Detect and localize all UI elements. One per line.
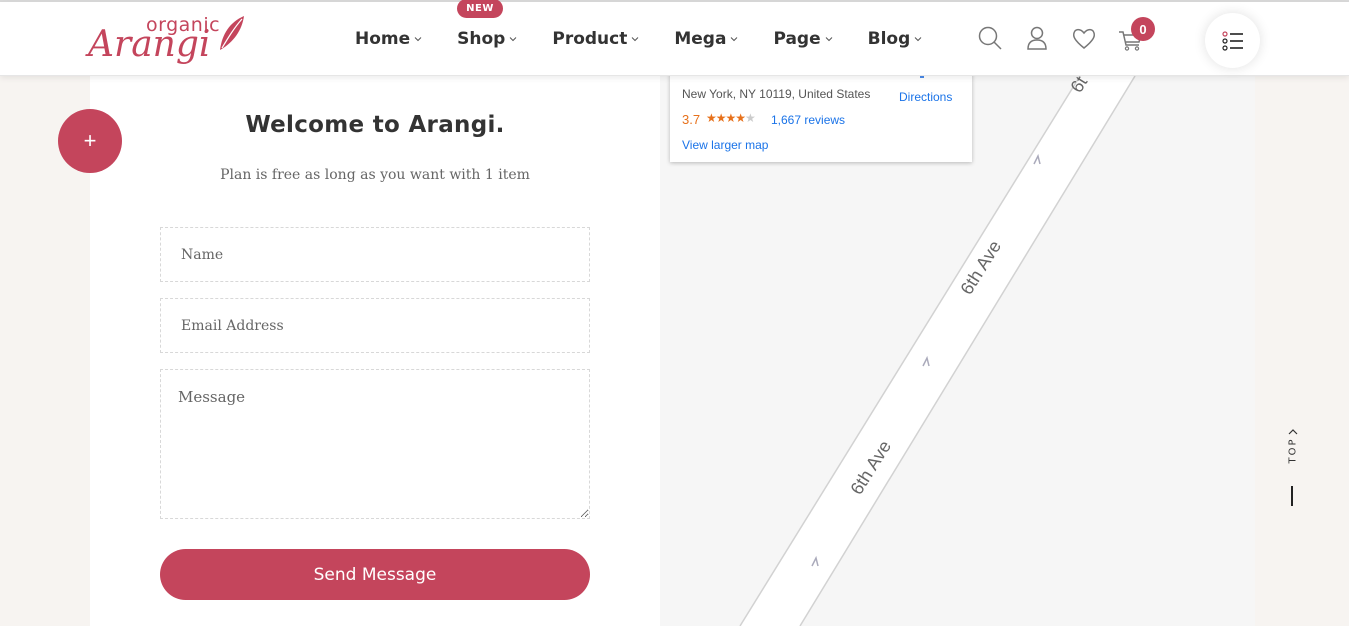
logo[interactable]: organic Arangi (88, 12, 248, 68)
nav-page-label: Page (773, 29, 821, 49)
nav-home-label: Home (355, 29, 411, 49)
form-title: Welcome to Arangi. (245, 112, 505, 138)
user-icon (1027, 26, 1047, 50)
nav-product-label: Product (552, 29, 628, 49)
directions-icon (920, 76, 924, 78)
nav-shop[interactable]: NEW Shop (457, 0, 517, 49)
name-input[interactable] (160, 227, 590, 282)
message-textarea[interactable] (160, 369, 590, 519)
chevron-down-icon (914, 37, 922, 42)
rating-stars: ★★★★★ (706, 111, 756, 125)
nav-blog-label: Blog (867, 29, 911, 49)
leaf-icon (220, 16, 244, 50)
view-larger-map-link[interactable]: View larger map (682, 138, 768, 152)
nav-product[interactable]: Product (552, 29, 639, 49)
top-label: TOP (1287, 437, 1299, 464)
nav-home[interactable]: Home (355, 29, 422, 49)
directions-link[interactable]: Directions (899, 90, 952, 104)
chevron-down-icon (632, 37, 639, 42)
place-rating: 3.7 (682, 112, 701, 127)
plus-label: + (83, 128, 97, 153)
main-nav: Home NEW Shop Product Mega Page Blog (355, 0, 957, 76)
logo-name: Arangi (88, 24, 211, 65)
chevron-up-icon (1288, 429, 1298, 435)
reviews-link[interactable]: 1,667 reviews (771, 113, 845, 127)
nav-page[interactable]: Page (773, 29, 832, 49)
cart-count-badge: 0 (1131, 17, 1155, 41)
menu-list-icon (1221, 30, 1243, 51)
place-address: New York, NY 10119, United States (682, 87, 871, 101)
top-bar (1291, 486, 1293, 506)
scroll-to-top[interactable]: TOP (1283, 426, 1303, 516)
form-subtitle: Plan is free as long as you want with 1 … (220, 167, 530, 183)
place-card: New York, NY 10119, United States 3.7 ★★… (670, 76, 972, 162)
plus-button[interactable]: + (58, 109, 122, 173)
map-embed[interactable]: 6th Ave 6th Ave 6t New York, NY 10119, U… (660, 76, 1255, 626)
offcanvas-menu-button[interactable] (1205, 13, 1260, 68)
nav-mega[interactable]: Mega (674, 29, 738, 49)
header-icons: 0 (976, 17, 1164, 52)
cart-button[interactable]: 0 (1117, 17, 1155, 52)
send-message-button[interactable]: Send Message (160, 549, 590, 600)
chevron-down-icon (414, 37, 422, 42)
email-input[interactable] (160, 298, 590, 353)
right-strip (1255, 76, 1349, 626)
heart-icon (1072, 28, 1096, 49)
new-badge: NEW (457, 0, 503, 18)
contact-form-panel: Welcome to Arangi. Plan is free as long … (90, 76, 660, 626)
account-button[interactable] (1023, 24, 1051, 52)
chevron-down-icon (825, 37, 832, 42)
search-button[interactable] (976, 24, 1004, 52)
nav-shop-label: Shop (457, 29, 506, 49)
nav-mega-label: Mega (674, 29, 727, 49)
nav-blog[interactable]: Blog (868, 29, 923, 49)
site-header: organic Arangi Home NEW Shop Product Meg… (0, 0, 1349, 76)
chevron-down-icon (510, 37, 517, 42)
search-icon (978, 26, 1002, 50)
wishlist-button[interactable] (1070, 24, 1098, 52)
chevron-down-icon (731, 37, 738, 42)
